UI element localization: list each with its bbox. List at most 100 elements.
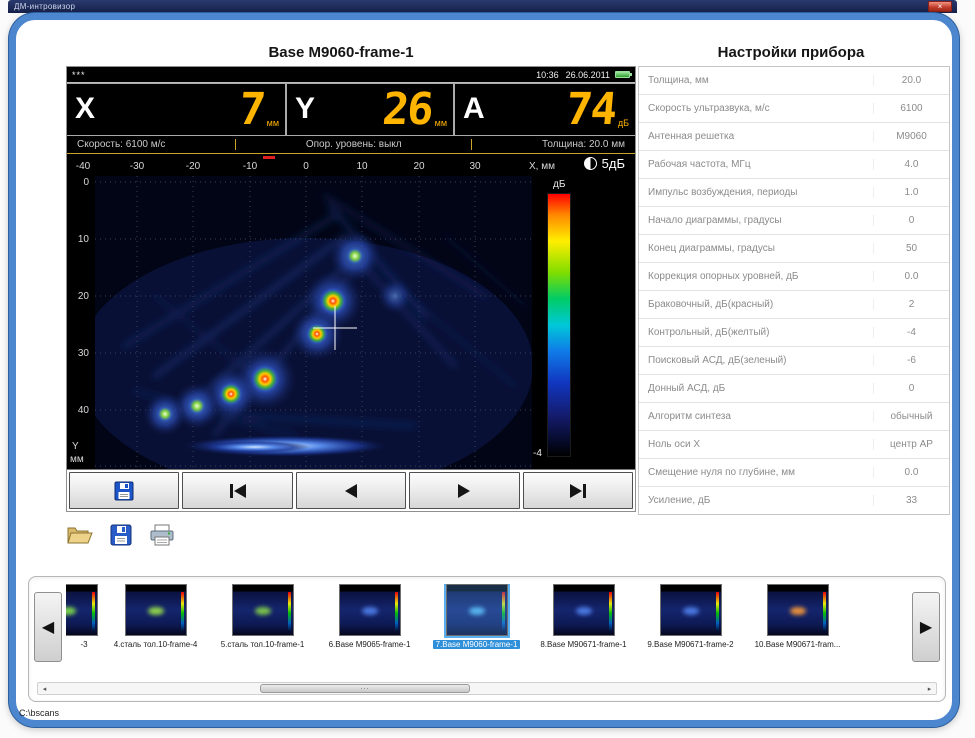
y-tick: 40 — [78, 405, 89, 416]
frame-thumbnail[interactable] — [232, 584, 294, 636]
battery-icon — [615, 71, 630, 78]
close-button[interactable]: × — [928, 1, 952, 12]
frame-label: 6.Base M9065-frame-1 — [329, 640, 411, 649]
readout-y-label: Y — [287, 84, 315, 135]
filmstrip-next-button[interactable]: ▶ — [912, 592, 940, 662]
x-axis-label: X, мм — [529, 161, 555, 172]
device-info-bar: Скорость: 6100 м/с Опор. уровень: выкл Т… — [67, 136, 635, 154]
frame-thumbnail[interactable] — [446, 584, 508, 636]
coordinate-readouts: X 7 мм Y 26 мм A 74 дБ — [67, 83, 635, 136]
frame-thumbnail[interactable] — [125, 584, 187, 636]
x-tick: -10 — [235, 161, 265, 172]
x-tick: 30 — [460, 161, 490, 172]
setting-value: 50 — [873, 243, 949, 254]
contrast-value: 5дБ — [602, 156, 625, 171]
open-file-button[interactable] — [64, 520, 96, 550]
thumb-hotspot — [576, 607, 592, 615]
bscan-area: 0 10 20 30 40 Y мм — [67, 176, 635, 469]
divider — [235, 139, 236, 150]
filmstrip-item[interactable]: 9.Base M90671-frame-2 — [637, 584, 744, 674]
frame-label: 10.Base M90671-fram... — [755, 640, 841, 649]
frame-label: 5.сталь тол.10-frame-1 — [221, 640, 305, 649]
device-status-flags: *** — [72, 70, 536, 80]
contrast-control[interactable]: 5дБ — [584, 156, 625, 171]
readout-y: Y 26 мм — [287, 84, 453, 135]
readout-y-unit: мм — [432, 118, 453, 135]
filmstrip-item[interactable]: 8.Base M90671-frame-1 — [530, 584, 637, 674]
info-ref-level: Опор. уровень: выкл — [306, 139, 402, 150]
scrollbar-track[interactable] — [51, 683, 923, 694]
print-button[interactable] — [146, 520, 178, 550]
prev-icon — [339, 482, 363, 500]
setting-label: Браковочный, дБ(красный) — [639, 299, 873, 310]
colorbar-gradient — [547, 193, 571, 457]
frame-thumbnail[interactable] — [660, 584, 722, 636]
filmstrip-item[interactable]: -3 — [66, 584, 102, 674]
first-frame-button[interactable] — [182, 472, 292, 509]
filmstrip-item-selected[interactable]: 7.Base M9060-frame-1 — [423, 584, 530, 674]
thumb-hotspot — [790, 607, 806, 615]
setting-label: Ноль оси X — [639, 439, 873, 450]
device-date: 26.06.2011 — [566, 70, 610, 80]
setting-value: -6 — [873, 355, 949, 366]
divider — [471, 139, 472, 150]
setting-value: 0 — [873, 215, 949, 226]
frame-thumbnail[interactable] — [767, 584, 829, 636]
setting-label: Алгоритм синтеза — [639, 411, 873, 422]
setting-label: Толщина, мм — [639, 75, 873, 86]
setting-value: 0 — [873, 383, 949, 394]
device-settings-table: Толщина, мм20.0 Скорость ультразвука, м/… — [638, 66, 950, 515]
frame-thumbnail[interactable] — [553, 584, 615, 636]
scrollbar-left-arrow[interactable]: ◂ — [38, 685, 51, 693]
table-row: Браковочный, дБ(красный)2 — [639, 291, 949, 319]
table-row: Донный АСД, дБ0 — [639, 375, 949, 403]
filmstrip-item[interactable]: 6.Base M9065-frame-1 — [316, 584, 423, 674]
setting-value: 1.0 — [873, 187, 949, 198]
readout-y-value: 26 — [313, 84, 434, 135]
bscan-image[interactable] — [95, 176, 532, 469]
save-file-button[interactable] — [105, 520, 137, 550]
filmstrip-item[interactable]: 4.сталь тол.10-frame-4 — [102, 584, 209, 674]
save-frame-button[interactable] — [69, 472, 179, 509]
frame-thumbnail[interactable] — [66, 584, 98, 636]
y-tick: 10 — [78, 234, 89, 245]
setting-label: Контрольный, дБ(желтый) — [639, 327, 873, 338]
setting-value: обычный — [873, 411, 949, 422]
readout-x: X 7 мм — [67, 84, 285, 135]
file-toolbar — [64, 520, 178, 550]
playback-toolbar — [67, 469, 635, 511]
setting-value: 2 — [873, 299, 949, 310]
main-window: Base M9060-frame-1 Настройки прибора ***… — [9, 13, 959, 727]
thumb-hotspot — [66, 607, 76, 615]
setting-value: -4 — [873, 327, 949, 338]
frame-thumbnail[interactable] — [339, 584, 401, 636]
device-status-bar: *** 10:36 26.06.2011 — [67, 67, 635, 83]
filmstrip-item[interactable]: 5.сталь тол.10-frame-1 — [209, 584, 316, 674]
y-tick: 20 — [78, 291, 89, 302]
skip-first-icon — [226, 482, 250, 500]
next-frame-button[interactable] — [409, 472, 519, 509]
y-tick: 0 — [83, 177, 89, 188]
scrollbar-thumb[interactable] — [260, 684, 469, 693]
x-axis-ruler: -40 -30 -20 -10 0 10 20 30 X, мм 5дБ — [67, 154, 635, 176]
filmstrip-scrollbar[interactable]: ◂ ▸ — [37, 682, 937, 695]
scrollbar-right-arrow[interactable]: ▸ — [923, 685, 936, 693]
setting-label: Рабочая частота, МГц — [639, 159, 873, 170]
table-row: Контрольный, дБ(желтый)-4 — [639, 319, 949, 347]
frame-label: 9.Base M90671-frame-2 — [647, 640, 733, 649]
title-bar: ДМ-интровизор × — [8, 0, 957, 13]
setting-label: Смещение нуля по глубине, мм — [639, 467, 873, 478]
x-tick: -30 — [122, 161, 152, 172]
status-bar-path: C:\bscans — [19, 708, 59, 718]
prev-frame-button[interactable] — [296, 472, 406, 509]
thumb-hotspot — [469, 607, 485, 615]
setting-label: Усиление, дБ — [639, 495, 873, 506]
x-tick: 10 — [347, 161, 377, 172]
frame-title: Base M9060-frame-1 — [56, 44, 626, 61]
y-axis-unit: мм — [70, 454, 84, 465]
last-frame-button[interactable] — [523, 472, 633, 509]
next-icon — [452, 482, 476, 500]
filmstrip-prev-button[interactable]: ◀ — [34, 592, 62, 662]
filmstrip-item[interactable]: 10.Base M90671-fram... — [744, 584, 851, 674]
readout-amplitude-label: A — [455, 84, 485, 135]
